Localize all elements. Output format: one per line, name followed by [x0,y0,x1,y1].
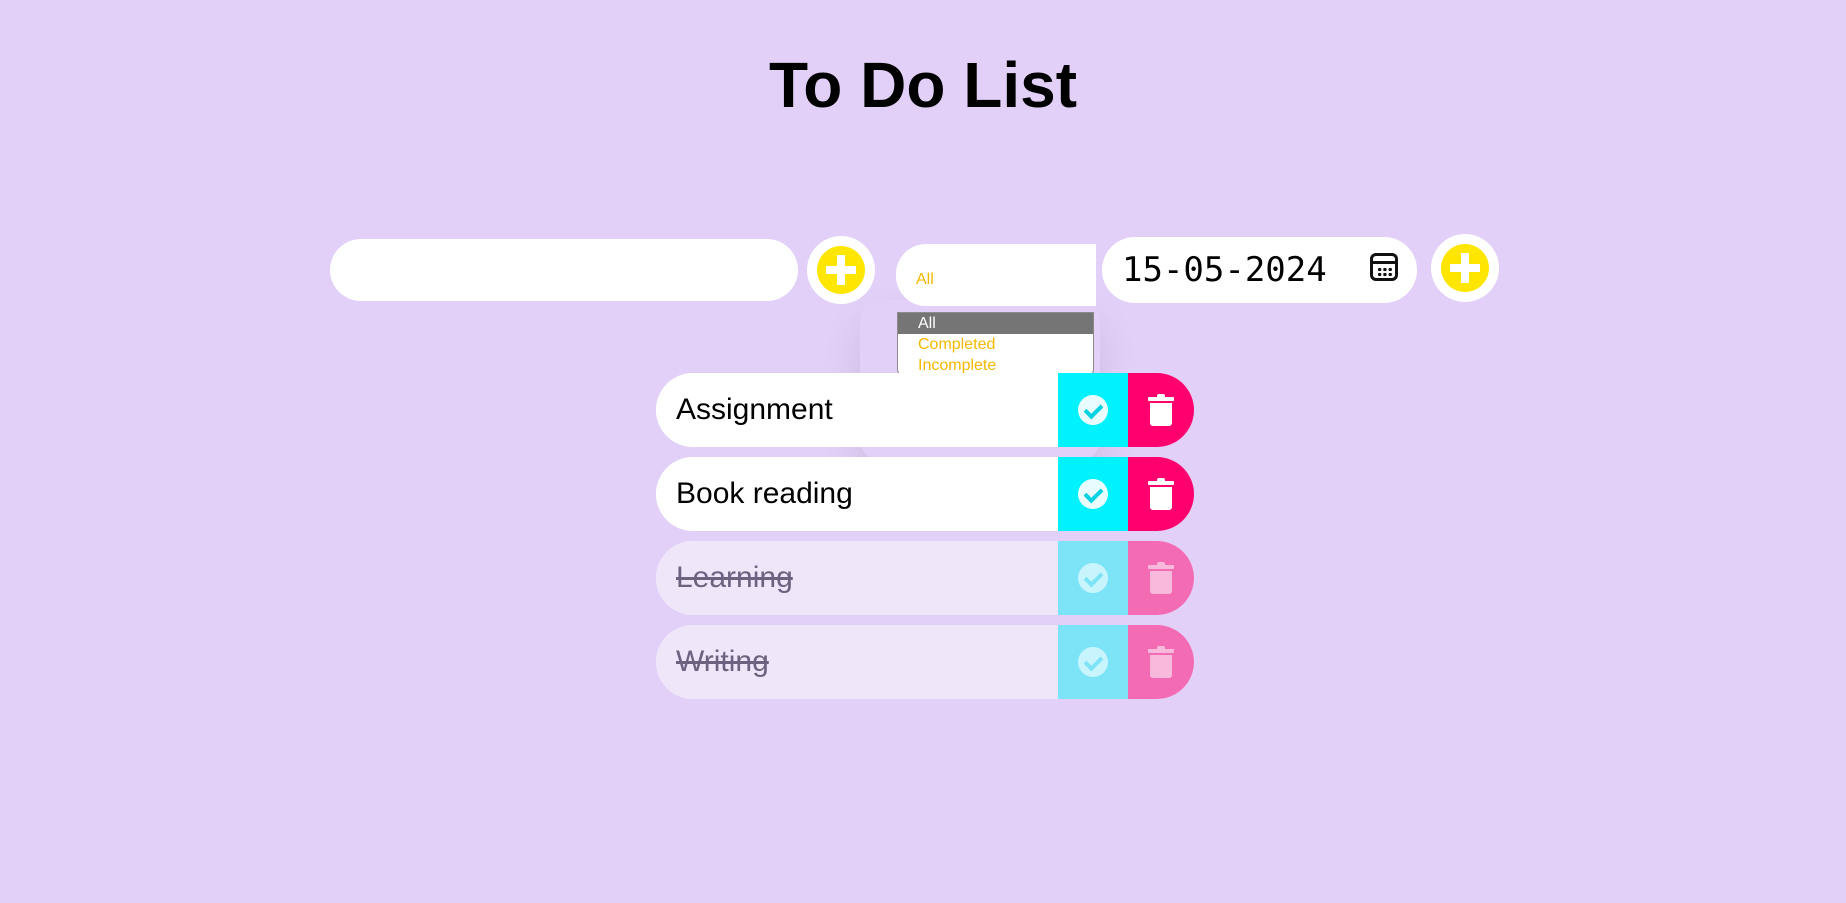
add-date-button[interactable] [1431,234,1499,302]
delete-button[interactable] [1128,625,1194,699]
todo-item: Writing [656,625,1194,699]
filter-option-all[interactable]: All [898,313,1093,334]
trash-icon [1148,562,1174,594]
todo-item-label: Writing [656,625,1058,699]
todo-input[interactable] [330,239,798,301]
date-field[interactable]: 15-05-2024 [1102,237,1417,303]
filter-selected-label: All [916,271,934,288]
plus-icon [817,246,865,294]
complete-button[interactable] [1058,625,1128,699]
delete-button[interactable] [1128,373,1194,447]
plus-icon [1441,244,1489,292]
check-circle-icon [1078,395,1108,425]
trash-icon [1148,394,1174,426]
todo-list: Assignment Book reading Learning Writing [656,373,1194,709]
filter-select[interactable]: All [896,244,1096,306]
calendar-icon[interactable] [1370,253,1398,281]
todo-item-label: Learning [656,541,1058,615]
filter-option-completed[interactable]: Completed [898,334,1093,355]
page-title: To Do List [768,49,1078,121]
todo-item: Assignment [656,373,1194,447]
complete-button[interactable] [1058,373,1128,447]
trash-icon [1148,478,1174,510]
complete-button[interactable] [1058,457,1128,531]
check-circle-icon [1078,563,1108,593]
check-circle-icon [1078,647,1108,677]
filter-dropdown-list: All Completed Incomplete [897,312,1094,377]
todo-item: Book reading [656,457,1194,531]
add-todo-button[interactable] [807,236,875,304]
todo-item: Learning [656,541,1194,615]
delete-button[interactable] [1128,541,1194,615]
todo-item-label: Assignment [656,373,1058,447]
trash-icon [1148,646,1174,678]
todo-item-label: Book reading [656,457,1058,531]
complete-button[interactable] [1058,541,1128,615]
check-circle-icon [1078,479,1108,509]
delete-button[interactable] [1128,457,1194,531]
